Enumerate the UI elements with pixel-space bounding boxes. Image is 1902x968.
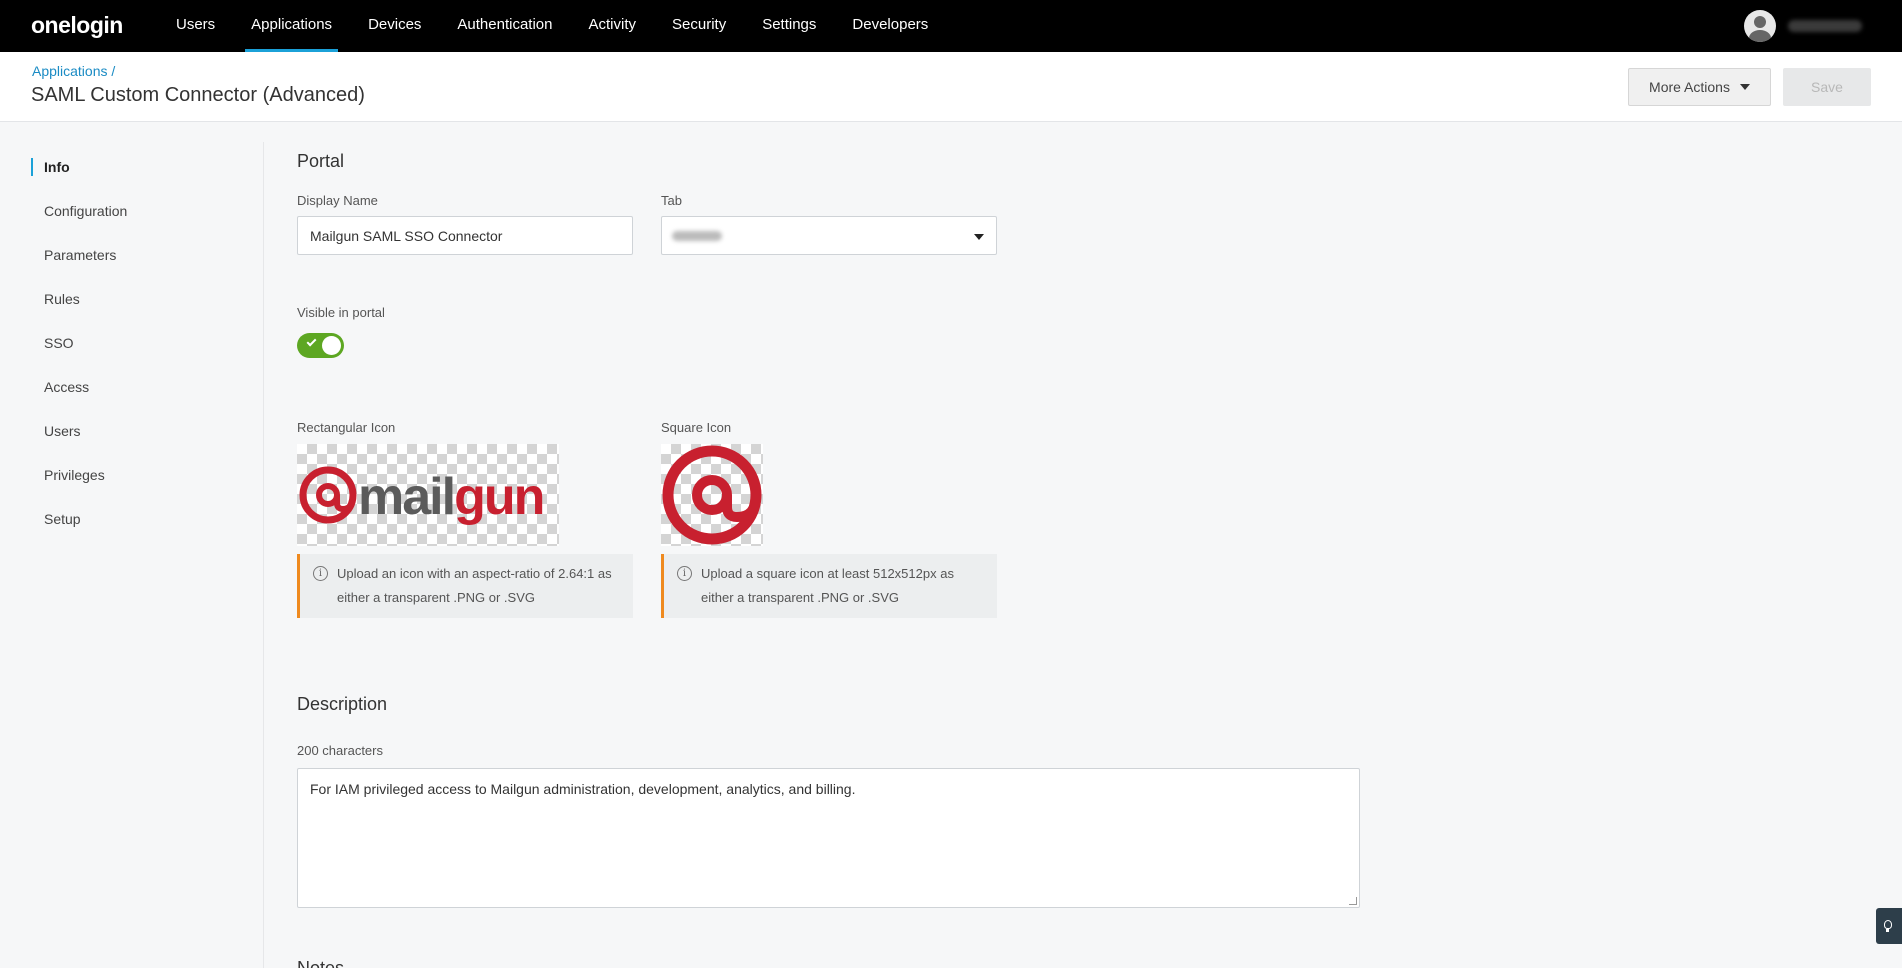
visible-in-portal-label: Visible in portal bbox=[297, 305, 385, 320]
toggle-knob bbox=[322, 336, 341, 355]
visible-in-portal-toggle[interactable] bbox=[297, 333, 344, 358]
rectangular-icon-note-text: Upload an icon with an aspect-ratio of 2… bbox=[337, 566, 612, 605]
square-icon-note: i Upload a square icon at least 512x512p… bbox=[661, 554, 997, 618]
info-icon: i bbox=[677, 566, 692, 581]
nav-item-users[interactable]: Users bbox=[158, 0, 233, 52]
save-button[interactable]: Save bbox=[1783, 68, 1871, 106]
lightbulb-icon bbox=[1884, 920, 1892, 932]
sidebar-item-users[interactable]: Users bbox=[44, 423, 81, 439]
sidebar: Info Configuration Parameters Rules SSO … bbox=[0, 142, 264, 968]
sidebar-item-info[interactable]: Info bbox=[44, 159, 70, 175]
avatar-icon[interactable] bbox=[1744, 10, 1776, 42]
svg-text:mailgun: mailgun bbox=[358, 468, 543, 526]
nav-item-activity[interactable]: Activity bbox=[571, 0, 655, 52]
info-icon: i bbox=[313, 566, 328, 581]
square-icon-upload[interactable] bbox=[661, 444, 763, 546]
nav-item-security[interactable]: Security bbox=[654, 0, 744, 52]
nav-items: Users Applications Devices Authenticatio… bbox=[158, 0, 946, 52]
portal-section-title: Portal bbox=[297, 151, 345, 171]
description-text: For IAM privileged access to Mailgun adm… bbox=[310, 781, 856, 797]
sidebar-item-parameters[interactable]: Parameters bbox=[44, 247, 116, 263]
display-name-input[interactable]: Mailgun SAML SSO Connector bbox=[297, 216, 633, 255]
caret-down-icon bbox=[1739, 84, 1750, 90]
rectangular-icon-note: i Upload an icon with an aspect-ratio of… bbox=[297, 554, 633, 618]
square-icon-label: Square Icon bbox=[661, 420, 732, 435]
more-actions-button[interactable]: More Actions bbox=[1628, 68, 1771, 106]
more-actions-label: More Actions bbox=[1649, 79, 1730, 95]
page-header: Applications / SAML Custom Connector (Ad… bbox=[0, 52, 1902, 122]
rectangular-icon-upload[interactable]: mailgun bbox=[297, 444, 559, 546]
resize-grip-icon[interactable] bbox=[1349, 897, 1357, 905]
caret-down-icon bbox=[974, 234, 984, 240]
nav-item-developers[interactable]: Developers bbox=[834, 0, 946, 52]
nav-item-settings[interactable]: Settings bbox=[744, 0, 834, 52]
display-name-label: Display Name bbox=[297, 193, 378, 208]
mailgun-logo-icon: mailgun bbox=[299, 466, 545, 526]
sidebar-item-privileges[interactable]: Privileges bbox=[44, 467, 105, 483]
sidebar-item-rules[interactable]: Rules bbox=[44, 291, 80, 307]
breadcrumb[interactable]: Applications / bbox=[32, 63, 115, 79]
top-navigation: onelogin Users Applications Devices Auth… bbox=[0, 0, 1902, 52]
nav-item-authentication[interactable]: Authentication bbox=[439, 0, 570, 52]
sidebar-item-setup[interactable]: Setup bbox=[44, 511, 81, 527]
tab-value-blurred bbox=[672, 231, 722, 241]
rectangular-icon-label: Rectangular Icon bbox=[297, 420, 396, 435]
help-tab[interactable] bbox=[1876, 908, 1902, 944]
description-limit-label: 200 characters bbox=[297, 743, 383, 758]
onelogin-logo[interactable]: onelogin bbox=[31, 12, 123, 39]
page-title: SAML Custom Connector (Advanced) bbox=[31, 84, 365, 106]
nav-item-applications[interactable]: Applications bbox=[233, 0, 350, 52]
tab-select[interactable] bbox=[661, 216, 997, 255]
sidebar-item-configuration[interactable]: Configuration bbox=[44, 203, 127, 219]
description-section-title: Description bbox=[297, 694, 388, 714]
active-indicator bbox=[31, 158, 33, 176]
sidebar-item-sso[interactable]: SSO bbox=[44, 335, 74, 351]
user-menu[interactable] bbox=[1744, 10, 1862, 42]
nav-item-devices[interactable]: Devices bbox=[350, 0, 439, 52]
username-blurred[interactable] bbox=[1788, 20, 1862, 32]
tab-label: Tab bbox=[661, 193, 682, 208]
description-textarea[interactable]: For IAM privileged access to Mailgun adm… bbox=[297, 768, 1360, 908]
sidebar-item-access[interactable]: Access bbox=[44, 379, 89, 395]
notes-section-title: Notes bbox=[297, 958, 345, 968]
check-icon bbox=[306, 336, 317, 347]
square-icon-note-text: Upload a square icon at least 512x512px … bbox=[701, 566, 954, 605]
mailgun-at-icon bbox=[662, 445, 762, 545]
